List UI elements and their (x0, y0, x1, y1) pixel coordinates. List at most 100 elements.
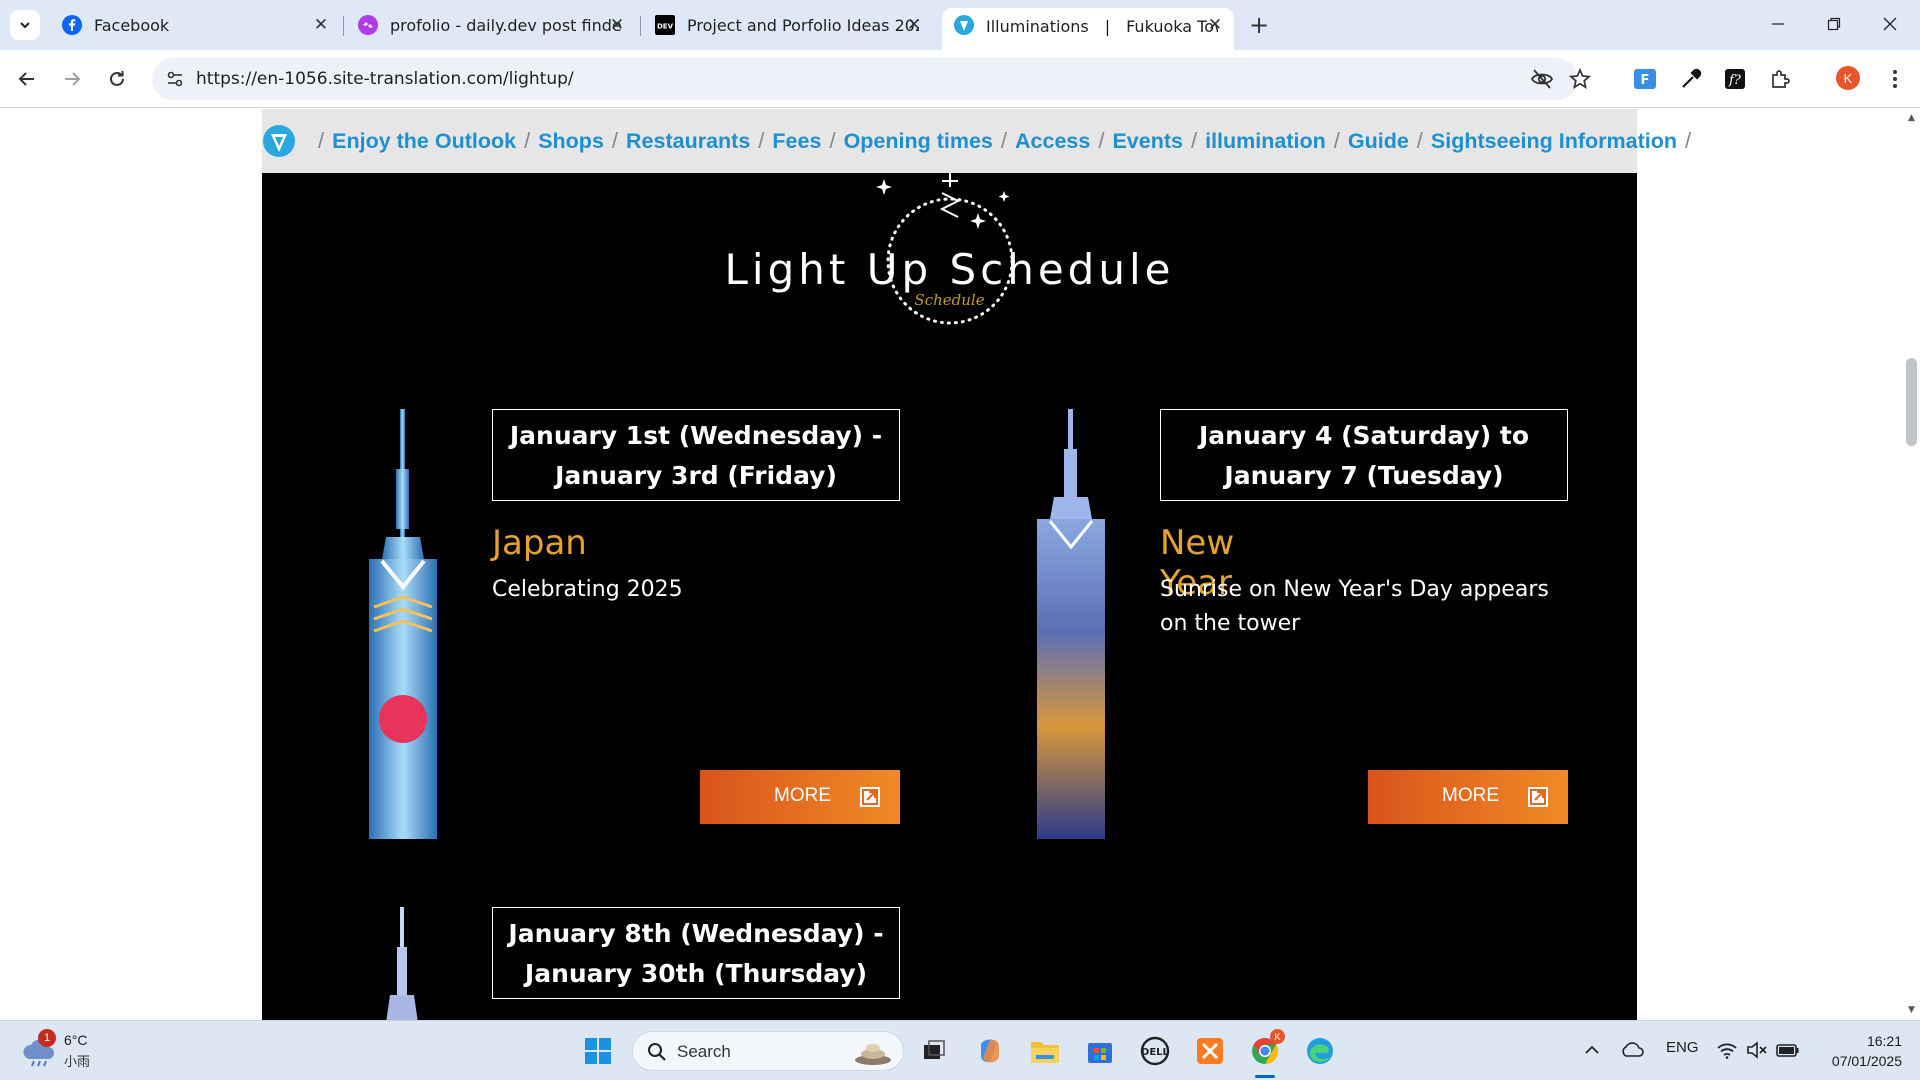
wifi-icon[interactable] (1716, 1041, 1738, 1059)
page-scrollbar[interactable]: ▲ ▼ (1903, 109, 1920, 1020)
task-view-button[interactable] (914, 1031, 954, 1071)
url-text[interactable]: https://en-1056.site-translation.com/lig… (196, 69, 574, 89)
tab-separator (343, 16, 344, 36)
dell-icon: DELL (1140, 1036, 1170, 1066)
eye-off-icon[interactable] (1528, 65, 1556, 93)
date-line: January 4 (Saturday) to (1199, 421, 1529, 450)
xampp-icon (1197, 1038, 1223, 1064)
nav-separator: / (1000, 128, 1008, 153)
nav-separator: / (1190, 128, 1198, 153)
file-explorer-button[interactable] (1025, 1031, 1065, 1071)
site-info-icon[interactable] (162, 66, 188, 92)
date-line: January 7 (Tuesday) (1224, 461, 1504, 490)
restore-icon (1827, 17, 1841, 31)
nav-illumination[interactable]: illumination (1205, 129, 1326, 154)
fukuoka-tower-icon (954, 15, 974, 35)
nav-separator: / (829, 128, 836, 153)
volume-muted-icon[interactable] (1746, 1041, 1768, 1059)
windows-taskbar: 1 6°C 小雨 Search DELL K ENG 16:21 07/01/2… (0, 1020, 1920, 1080)
tower-image-japan (369, 409, 437, 839)
nav-opening-times[interactable]: Opening times (844, 129, 993, 154)
tab-facebook[interactable]: Facebook ✕ (50, 8, 340, 42)
taskbar-search[interactable]: Search (632, 1031, 904, 1071)
bookmark-star-icon[interactable] (1566, 65, 1594, 93)
event-description: Sunrise on New Year's Day appears on the… (1160, 577, 1549, 636)
system-clock[interactable]: 16:21 07/01/2025 (1810, 1031, 1902, 1071)
nav-shops[interactable]: Shops (538, 129, 604, 154)
nav-separator: / (758, 128, 765, 153)
dell-button[interactable]: DELL (1135, 1031, 1175, 1071)
weather-widget[interactable]: 1 6°C 小雨 (22, 1029, 142, 1073)
scroll-up-icon[interactable]: ▲ (1906, 113, 1917, 124)
scrollbar-thumb[interactable] (1906, 358, 1917, 446)
store-icon (1088, 1043, 1112, 1063)
tower-image-new-year (1037, 409, 1105, 839)
site-navigation: / Enjoy the Outlook / Shops / Restaurant… (262, 109, 1691, 173)
tab-dev-to[interactable]: DEV Project and Porfolio Ideas 2020 ✕ (643, 8, 933, 42)
close-tab-icon[interactable]: ✕ (608, 15, 626, 35)
nav-events[interactable]: Events (1112, 129, 1183, 154)
color-picker-icon[interactable] (1676, 64, 1706, 94)
copilot-button[interactable] (970, 1031, 1010, 1071)
chevron-down-icon (20, 22, 30, 29)
input-language[interactable]: ENG (1666, 1039, 1699, 1056)
event-name: Japan (492, 523, 587, 563)
close-icon (1883, 17, 1897, 31)
fukuoka-tower-logo[interactable] (262, 124, 296, 158)
nav-restaurants[interactable]: Restaurants (626, 129, 750, 154)
forward-button[interactable] (57, 64, 87, 94)
nav-enjoy-the-outlook[interactable]: Enjoy the Outlook (332, 129, 516, 154)
tab-illuminations[interactable]: Illuminations | Fukuoka Tower ✕ (942, 8, 1234, 50)
address-bar[interactable]: https://en-1056.site-translation.com/lig… (152, 58, 1591, 100)
light-up-schedule-section: Light Up Schedule Schedule January 1st (… (262, 173, 1637, 1020)
minimize-button[interactable] (1750, 0, 1806, 48)
tab-search-button[interactable] (10, 10, 40, 40)
back-button[interactable] (12, 64, 42, 94)
nav-separator: / (611, 128, 619, 153)
dev-icon: DEV (655, 15, 675, 35)
start-button[interactable] (578, 1031, 618, 1071)
profile-avatar[interactable]: K (1836, 66, 1860, 90)
extensions-puzzle-icon[interactable] (1765, 64, 1795, 94)
nav-access[interactable]: Access (1015, 129, 1090, 154)
more-button[interactable]: MORE (1368, 770, 1568, 824)
close-tab-icon[interactable]: ✕ (1206, 15, 1224, 35)
external-link-icon (860, 787, 880, 807)
chevron-up-icon[interactable] (1584, 1043, 1600, 1057)
restore-button[interactable] (1806, 0, 1862, 48)
close-tab-icon[interactable]: ✕ (905, 15, 923, 35)
browser-toolbar: https://en-1056.site-translation.com/lig… (0, 50, 1920, 108)
edge-button[interactable] (1300, 1031, 1340, 1071)
close-tab-icon[interactable]: ✕ (312, 15, 330, 35)
search-label: Search (677, 1042, 731, 1061)
store-button[interactable] (1080, 1031, 1120, 1071)
windows-logo-icon (585, 1038, 611, 1064)
close-window-button[interactable] (1862, 0, 1918, 48)
new-tab-button[interactable]: + (1245, 11, 1273, 39)
date-line: January 3rd (Friday) (555, 461, 837, 490)
reload-icon (110, 71, 124, 86)
chrome-button[interactable]: K (1245, 1029, 1285, 1071)
facebook-icon (62, 15, 82, 35)
arrow-right-icon (65, 72, 81, 86)
nav-separator: / (524, 128, 531, 153)
browser-menu-icon[interactable] (1880, 64, 1910, 94)
schedule-subtitle: Schedule (914, 291, 985, 309)
xampp-button[interactable] (1190, 1031, 1230, 1071)
onedrive-icon[interactable] (1620, 1041, 1644, 1059)
scroll-down-icon[interactable]: ▼ (1906, 1005, 1917, 1016)
date-range-box: January 8th (Wednesday) - January 30th (… (492, 907, 900, 999)
tab-title: Facebook (94, 15, 170, 35)
nav-guide[interactable]: Guide (1348, 129, 1409, 154)
font-extension-icon[interactable]: f? (1720, 64, 1750, 94)
nav-fees[interactable]: Fees (772, 129, 821, 154)
tab-daily-dev[interactable]: profolio - daily.dev post finder ✕ (346, 8, 636, 42)
date-line: January 30th (Thursday) (524, 959, 868, 988)
weather-condition: 小雨 (64, 1055, 91, 1070)
more-button[interactable]: MORE (700, 770, 900, 824)
reload-button[interactable] (102, 64, 132, 94)
translate-extension-icon[interactable]: F (1630, 64, 1660, 94)
battery-icon[interactable] (1776, 1041, 1800, 1059)
nav-sightseeing-information[interactable]: Sightseeing Information (1431, 129, 1677, 154)
schedule-title: Light Up Schedule (724, 245, 1175, 294)
